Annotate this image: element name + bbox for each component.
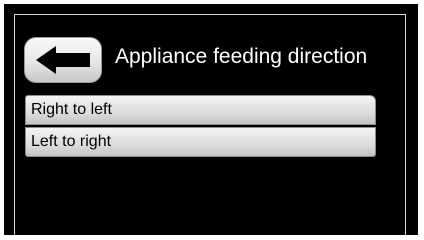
feeding-direction-menu: Right to left Left to right [25,95,376,157]
back-button[interactable] [24,37,102,83]
menu-item-label: Left to right [31,133,112,150]
menu-item-label: Right to left [31,101,112,118]
page-title: Appliance feeding direction [115,45,368,68]
menu-item-left-to-right[interactable]: Left to right [25,127,376,157]
device-screen: Appliance feeding direction Right to lef… [4,4,418,235]
left-arrow-icon [36,46,90,74]
menu-item-right-to-left[interactable]: Right to left [25,95,376,125]
